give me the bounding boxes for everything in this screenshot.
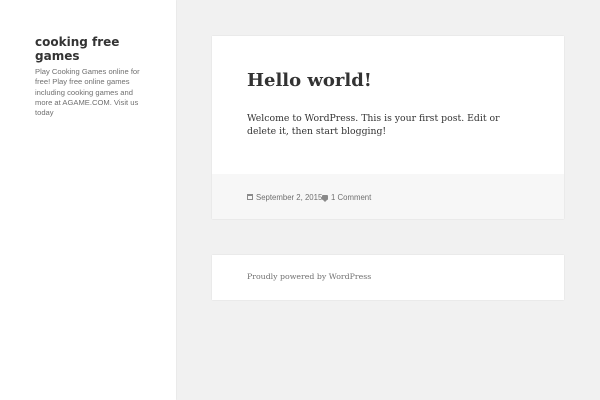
- post-date-link[interactable]: September 2, 2015: [247, 191, 322, 203]
- post-article: Hello world! Welcome to WordPress. This …: [212, 36, 564, 219]
- calendar-icon: [247, 194, 253, 200]
- post-date-text: September 2, 2015: [256, 192, 323, 202]
- powered-by-wordpress-link[interactable]: Proudly powered by WordPress: [247, 272, 371, 282]
- site-description: Play Cooking Games online for free! Play…: [35, 67, 140, 118]
- post-comments-link[interactable]: 1 Comment: [322, 191, 371, 203]
- post-content: Welcome to WordPress. This is your first…: [247, 113, 500, 137]
- sidebar: cooking free games Play Cooking Games on…: [0, 0, 176, 400]
- post-meta-footer: September 2, 2015 1 Comment: [212, 174, 564, 219]
- post-comments-text: 1 Comment: [331, 192, 372, 202]
- comment-icon: [322, 194, 328, 202]
- page: cooking free games Play Cooking Games on…: [0, 0, 600, 400]
- site-footer: Proudly powered by WordPress: [212, 255, 564, 300]
- site-title-link[interactable]: cooking free games: [35, 35, 145, 63]
- post-title-link[interactable]: Hello world!: [247, 69, 372, 93]
